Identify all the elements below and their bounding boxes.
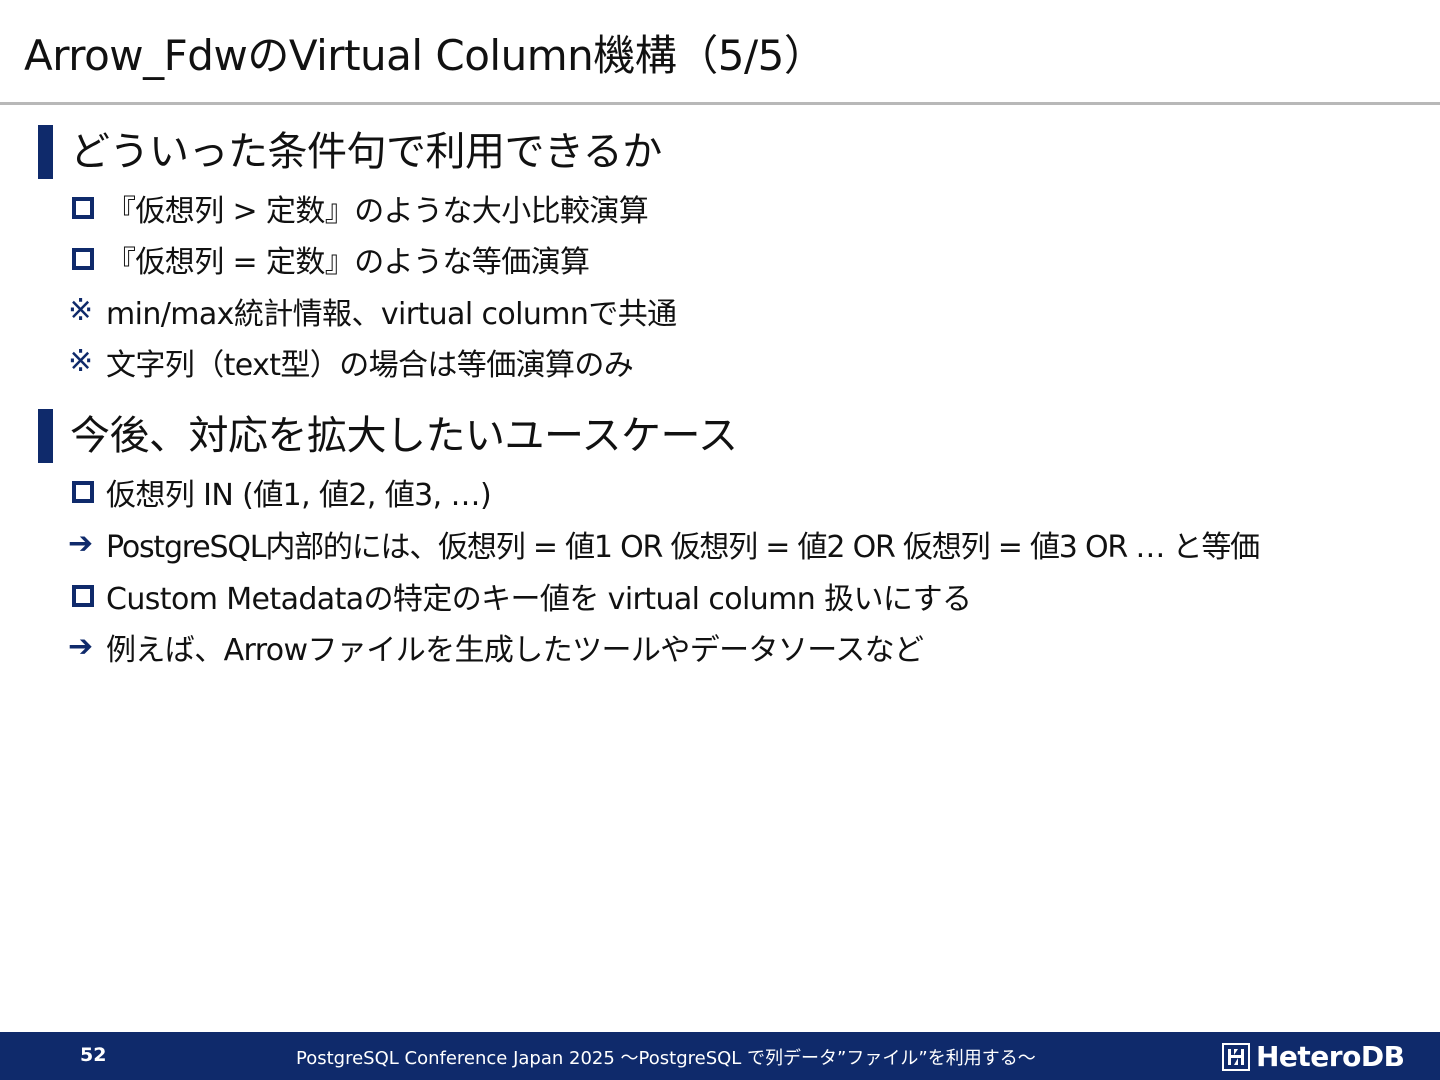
list-item: 『仮想列 = 定数』のような等価演算 — [68, 238, 590, 280]
list-item-text: 仮想列 IN (値1, 値2, 値3, …) — [106, 478, 492, 513]
page-number: 52 — [80, 1044, 107, 1066]
section-bar — [38, 409, 53, 463]
square-bullet-icon — [68, 248, 106, 270]
conference-title: PostgreSQL Conference Japan 2025 ～Postgr… — [296, 1048, 1036, 1069]
title-divider — [0, 102, 1440, 105]
note-mark-icon: ※ — [68, 293, 93, 328]
footer-bar: 52 PostgreSQL Conference Japan 2025 ～Pos… — [0, 1032, 1440, 1080]
list-item-text: 例えば、Arrowファイルを生成したツールやデータソースなど — [106, 633, 924, 668]
list-item: ※ min/max統計情報、virtual columnで共通 — [68, 290, 677, 333]
heterodb-logo-icon — [1222, 1042, 1250, 1071]
list-item-text: Custom Metadataの特定のキー値を virtual column 扱… — [106, 582, 972, 617]
list-item-text: 『仮想列 = 定数』のような等価演算 — [106, 245, 590, 280]
list-item-text: PostgreSQL内部的には、仮想列 = 値1 OR 仮想列 = 値2 OR … — [106, 530, 1260, 565]
section-heading: 今後、対応を拡大したいユースケース — [70, 413, 738, 459]
list-item: ※ 文字列（text型）の場合は等価演算のみ — [68, 341, 634, 384]
list-item-text: 文字列（text型）の場合は等価演算のみ — [106, 348, 634, 383]
list-item: ➔ 例えば、Arrowファイルを生成したツールやデータソースなど — [68, 626, 924, 669]
heterodb-logo: HeteroDB — [1222, 1040, 1405, 1073]
square-bullet-icon — [68, 481, 106, 503]
section-heading: どういった条件句で利用できるか — [70, 129, 662, 175]
list-item: Custom Metadataの特定のキー値を virtual column 扱… — [68, 575, 972, 617]
arrow-right-icon: ➔ — [68, 526, 93, 561]
square-bullet-icon — [68, 585, 106, 607]
arrow-right-icon: ➔ — [68, 629, 93, 664]
section-bar — [38, 125, 53, 179]
square-bullet-icon — [68, 197, 106, 219]
list-item: ➔ PostgreSQL内部的には、仮想列 = 値1 OR 仮想列 = 値2 O… — [68, 523, 1260, 566]
slide-title: Arrow_FdwのVirtual Column機構（5/5） — [24, 31, 826, 80]
list-item-text: 『仮想列 > 定数』のような大小比較演算 — [106, 194, 649, 229]
list-item: 『仮想列 > 定数』のような大小比較演算 — [68, 187, 649, 229]
list-item-text: min/max統計情報、virtual columnで共通 — [106, 297, 677, 332]
note-mark-icon: ※ — [68, 344, 93, 379]
logo-text: HeteroDB — [1256, 1040, 1405, 1073]
list-item: 仮想列 IN (値1, 値2, 値3, …) — [68, 471, 492, 513]
